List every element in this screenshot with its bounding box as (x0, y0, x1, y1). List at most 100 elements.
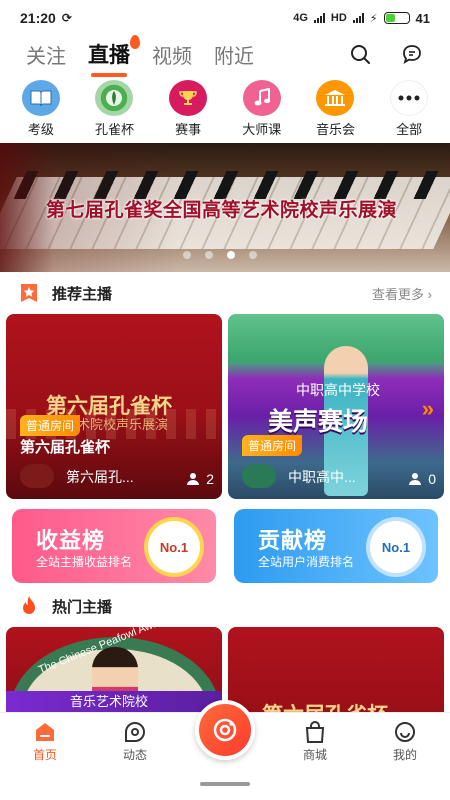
status-bar: 21:20 ⟳ 4G HD ⚡ 41 (0, 0, 450, 36)
peacock-icon (95, 80, 134, 116)
person-icon (409, 473, 422, 485)
category-label: 孔雀杯 (94, 122, 134, 137)
recommended-header: 推荐主播 查看更多 › (0, 278, 450, 308)
battery-level: 41 (415, 10, 430, 26)
book-icon (21, 80, 60, 116)
see-more-link[interactable]: 查看更多 › (372, 284, 432, 303)
network-hd-label: HD (330, 12, 347, 24)
trophy-icon (169, 80, 208, 116)
nav-label: 首页 (32, 747, 57, 762)
go-live-camera-button[interactable] (195, 700, 255, 760)
message-icon[interactable] (400, 42, 424, 66)
category-label: 大师课 (242, 122, 282, 137)
room-type-badge: 普通房间 (242, 435, 303, 456)
live-card[interactable]: 中职高中学校 美声赛场 » 普通房间 中职高中... 0 (228, 314, 444, 499)
category-label: 考级 (27, 122, 54, 137)
card-title: 第六届孔雀杯 (20, 439, 111, 456)
camera-icon (213, 718, 237, 742)
category-exam[interactable]: 考级 (7, 80, 75, 138)
flame-icon (130, 35, 140, 49)
anchor-avatar (20, 464, 54, 488)
hot-card[interactable]: The Chinese Peafowl Award 音乐艺术院校 (6, 627, 222, 713)
poster-title: 中职高中学校 (296, 382, 380, 398)
sync-icon: ⟳ (61, 11, 72, 25)
music-note-icon (242, 80, 281, 116)
tab-nearby[interactable]: 附近 (214, 40, 254, 69)
viewer-number: 0 (428, 471, 436, 487)
rank-subtitle: 全站用户消费排名 (258, 555, 355, 569)
poster-title: 第六届孔雀杯 (262, 699, 388, 713)
no1-medal-icon: No.1 (148, 521, 200, 573)
rank-subtitle: 全站主播收益排名 (36, 555, 133, 569)
room-type-badge: 普通房间 (20, 415, 81, 436)
person-icon (187, 473, 200, 485)
shopping-bag-icon (305, 720, 325, 743)
category-label: 音乐会 (315, 122, 355, 137)
active-tab-underline (91, 73, 127, 77)
contribution-rank-banner[interactable]: 贡献榜 全站用户消费排名 No.1 (234, 509, 438, 583)
rank-title: 贡献榜 (258, 528, 328, 553)
nav-label: 动态 (122, 747, 147, 762)
no1-medal-icon: No.1 (370, 521, 422, 573)
home-indicator (200, 782, 250, 786)
hot-card[interactable]: 第六届孔雀杯 (228, 627, 444, 713)
star-icon (18, 282, 40, 304)
search-icon[interactable] (348, 42, 372, 66)
viewer-count: 2 (186, 471, 214, 487)
signal-icon (313, 13, 325, 23)
tab-live-label: 直播 (88, 44, 130, 67)
charging-icon: ⚡ (369, 12, 378, 25)
poster-subtitle: 美声赛场 (268, 408, 369, 436)
category-label: 全部 (396, 122, 423, 137)
nav-label: 商城 (302, 747, 327, 762)
viewer-count: 0 (408, 471, 436, 487)
rank-title: 收益榜 (36, 528, 106, 553)
carousel-dot-active (227, 251, 235, 259)
category-peacock-cup[interactable]: 孔雀杯 (80, 80, 148, 138)
medal-label: No.1 (159, 539, 189, 555)
viewer-number: 2 (206, 471, 214, 487)
moments-icon (125, 721, 145, 742)
category-contest[interactable]: 赛事 (154, 80, 222, 138)
category-label: 赛事 (175, 122, 202, 137)
nav-label: 我的 (392, 747, 417, 762)
section-title: 热门主播 (52, 598, 113, 616)
more-icon (390, 80, 429, 116)
clock: 21:20 (20, 10, 56, 26)
carousel-dot (249, 251, 257, 259)
nav-me[interactable]: 我的 (370, 721, 440, 763)
anchor-name: 第六届孔... (66, 469, 134, 485)
concert-icon (316, 80, 355, 116)
income-rank-banner[interactable]: 收益榜 全站主播收益排名 No.1 (12, 509, 216, 583)
home-icon (36, 722, 54, 741)
category-row: 考级 孔雀杯 赛事 大师课 音乐会 全部 (0, 80, 450, 138)
profile-icon (395, 721, 415, 742)
card-caption: 音乐艺术院校 (70, 694, 149, 709)
battery-icon (383, 12, 410, 24)
double-chevron-icon: » (421, 396, 434, 421)
carousel-dot (205, 251, 213, 259)
top-nav: 关注 直播 视频 附近 (0, 35, 450, 77)
anchor-avatar (242, 464, 276, 488)
signal-icon-2 (352, 13, 364, 23)
medal-label: No.1 (381, 539, 411, 555)
see-more-label: 查看更多 (372, 286, 425, 302)
carousel-indicator (183, 251, 257, 259)
fire-icon (18, 595, 40, 617)
category-master-class[interactable]: 大师课 (228, 80, 296, 138)
carousel-dot (183, 251, 191, 259)
nav-mall[interactable]: 商城 (280, 720, 350, 763)
live-card[interactable]: 第六届孔雀杯 艺术院校声乐展演 普通房间 第六届孔雀杯 第六届孔... 2 (6, 314, 222, 499)
tab-live[interactable]: 直播 (88, 35, 140, 77)
nav-home[interactable]: 首页 (10, 721, 80, 763)
nav-moments[interactable]: 动态 (100, 721, 170, 763)
category-all[interactable]: 全部 (375, 80, 443, 138)
banner-title: 第七届孔雀奖全国高等艺术院校声乐展演 (46, 200, 398, 221)
tab-follow[interactable]: 关注 (26, 40, 66, 69)
anchor-name: 中职高中... (288, 469, 356, 485)
tab-video[interactable]: 视频 (152, 40, 192, 69)
section-title: 推荐主播 (52, 285, 113, 303)
chevron-right-icon: › (427, 286, 432, 302)
network-4g-label: 4G (293, 12, 308, 24)
category-concert[interactable]: 音乐会 (301, 80, 369, 138)
